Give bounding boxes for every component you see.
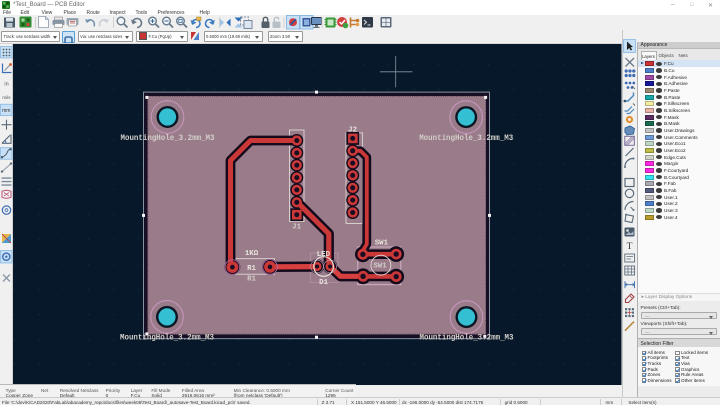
svg-text:MountingHole_3.2mm_M3: MountingHole_3.2mm_M3 (121, 133, 215, 143)
svg-text:SW1: SW1 (375, 239, 389, 247)
svg-text:R1: R1 (247, 275, 256, 283)
svg-text:MountingHole_3.2mm_M3: MountingHole_3.2mm_M3 (419, 133, 513, 143)
svg-text:MountingHole_3.2mm_M3: MountingHole_3.2mm_M3 (420, 332, 514, 342)
svg-text:1KΩ: 1KΩ (245, 250, 259, 258)
svg-text:J2: J2 (348, 126, 357, 134)
svg-text:J1: J1 (292, 223, 301, 231)
svg-text:R1: R1 (247, 265, 256, 273)
svg-text:D1: D1 (319, 279, 328, 287)
svg-text:T: T (626, 241, 632, 251)
svg-text:in: in (4, 81, 8, 87)
svg-text:mils: mils (2, 95, 11, 100)
svg-text:SW1: SW1 (373, 262, 387, 270)
svg-text:mm: mm (2, 108, 10, 114)
svg-text:LED: LED (317, 250, 331, 258)
svg-text:MountingHole_3.2mm_M3: MountingHole_3.2mm_M3 (120, 332, 214, 342)
